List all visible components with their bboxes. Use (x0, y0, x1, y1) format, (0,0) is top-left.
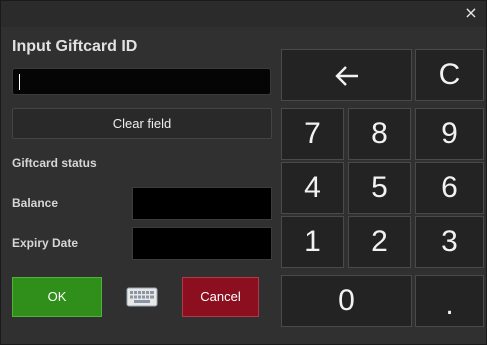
keyboard-icon[interactable] (126, 285, 158, 309)
key-9[interactable]: 9 (415, 108, 484, 160)
key-3[interactable]: 3 (415, 216, 484, 268)
ok-button[interactable]: OK (12, 277, 102, 317)
balance-label: Balance (12, 196, 59, 210)
key-1[interactable]: 1 (281, 216, 344, 268)
key-7[interactable]: 7 (281, 108, 344, 160)
back-arrow-icon (334, 66, 358, 86)
key-5[interactable]: 5 (348, 162, 411, 214)
expiry-date-label: Expiry Date (12, 236, 79, 250)
balance-value (132, 187, 272, 220)
key-2[interactable]: 2 (348, 216, 411, 268)
close-button[interactable]: × (462, 4, 480, 22)
giftcard-id-input[interactable] (12, 68, 271, 95)
backspace-key[interactable] (281, 49, 412, 101)
text-caret (19, 74, 20, 91)
title-bar: × (1, 1, 486, 27)
giftcard-dialog: × Input Giftcard ID Clear field Giftcard… (0, 0, 487, 345)
giftcard-status-label: Giftcard status (12, 156, 97, 170)
decimal-key[interactable]: . (415, 275, 484, 327)
cancel-button[interactable]: Cancel (182, 277, 259, 317)
clear-key[interactable]: C (415, 49, 484, 101)
key-8[interactable]: 8 (348, 108, 411, 160)
key-4[interactable]: 4 (281, 162, 344, 214)
dialog-title: Input Giftcard ID (12, 38, 138, 55)
expiry-date-value (132, 227, 272, 260)
key-0[interactable]: 0 (281, 275, 412, 327)
key-6[interactable]: 6 (415, 162, 484, 214)
clear-field-button[interactable]: Clear field (12, 108, 272, 139)
